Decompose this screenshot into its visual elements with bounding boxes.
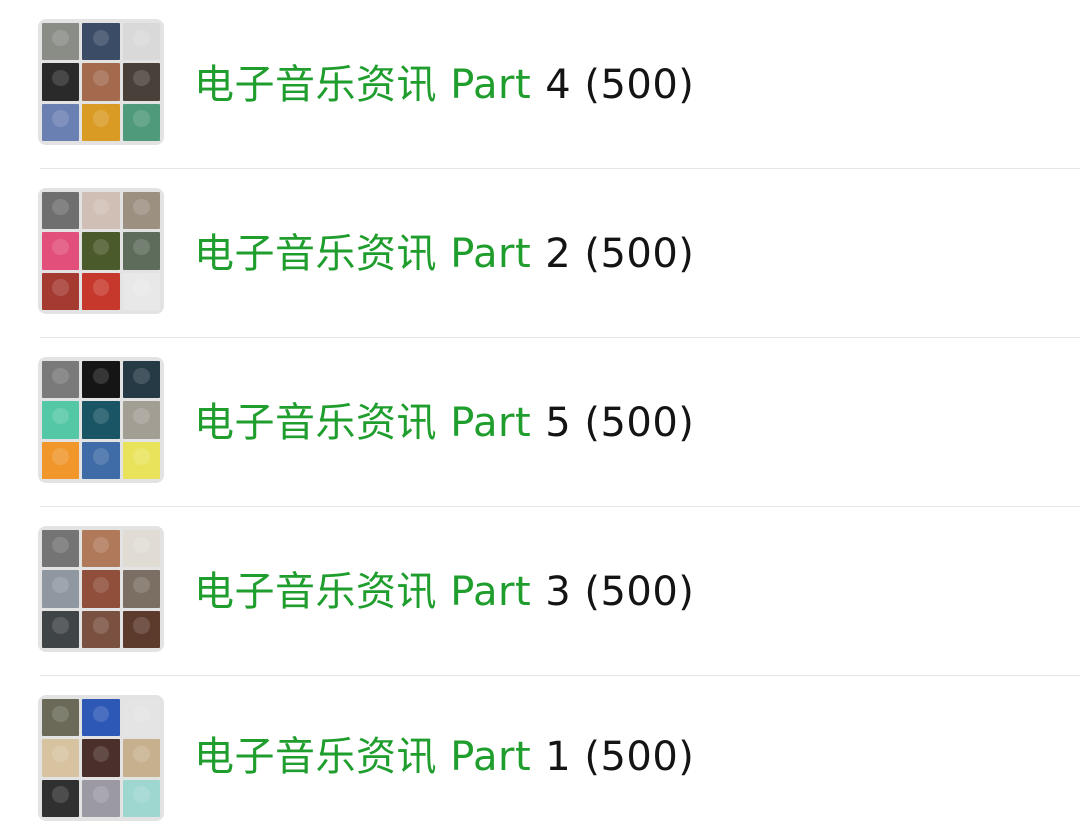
group-row-part-5[interactable]: 电子音乐资讯 Part 5 (500) <box>0 338 1080 507</box>
group-name: 电子音乐资讯 Part <box>194 399 532 446</box>
member-avatar <box>122 232 160 270</box>
member-avatar <box>122 272 160 310</box>
member-avatar <box>122 192 160 230</box>
group-row-part-4[interactable]: 电子音乐资讯 Part 4 (500) <box>0 0 1080 169</box>
group-avatar[interactable] <box>38 357 164 483</box>
group-title: 电子音乐资讯 Part 4 (500) <box>194 61 694 109</box>
member-avatar <box>82 610 120 648</box>
member-avatar <box>82 441 120 479</box>
member-avatar <box>42 232 80 270</box>
member-avatar <box>122 739 160 777</box>
member-count: 5 (500) <box>545 399 695 446</box>
group-avatar[interactable] <box>38 188 164 314</box>
member-avatar <box>42 103 80 141</box>
member-avatar <box>42 272 80 310</box>
member-avatar <box>42 192 80 230</box>
group-name: 电子音乐资讯 Part <box>194 733 532 780</box>
member-avatar <box>42 779 80 817</box>
group-avatar[interactable] <box>38 19 164 145</box>
member-avatar <box>82 779 120 817</box>
member-avatar <box>42 23 80 61</box>
member-avatar <box>42 570 80 608</box>
member-avatar <box>82 272 120 310</box>
member-avatar <box>42 610 80 648</box>
member-avatar <box>122 610 160 648</box>
member-avatar <box>42 361 80 399</box>
member-count: 2 (500) <box>545 230 695 277</box>
group-avatar[interactable] <box>38 695 164 821</box>
member-avatar <box>42 441 80 479</box>
member-avatar <box>122 63 160 101</box>
member-avatar <box>122 401 160 439</box>
group-row-part-2[interactable]: 电子音乐资讯 Part 2 (500) <box>0 169 1080 338</box>
member-avatar <box>82 63 120 101</box>
group-name: 电子音乐资讯 Part <box>194 61 532 108</box>
member-avatar <box>122 103 160 141</box>
member-avatar <box>82 192 120 230</box>
member-avatar <box>82 739 120 777</box>
member-avatar <box>122 23 160 61</box>
member-avatar <box>82 361 120 399</box>
member-count: 1 (500) <box>545 733 695 780</box>
member-avatar <box>82 232 120 270</box>
group-row-part-1[interactable]: 电子音乐资讯 Part 1 (500) <box>0 676 1080 837</box>
member-avatar <box>82 23 120 61</box>
group-name: 电子音乐资讯 Part <box>194 230 532 277</box>
member-avatar <box>122 441 160 479</box>
member-avatar <box>82 401 120 439</box>
group-row-part-3[interactable]: 电子音乐资讯 Part 3 (500) <box>0 507 1080 676</box>
group-list: 电子音乐资讯 Part 4 (500) 电子音乐资讯 Part 2 (500) <box>0 0 1080 837</box>
group-name: 电子音乐资讯 Part <box>194 568 532 615</box>
member-avatar <box>82 530 120 568</box>
member-avatar <box>122 530 160 568</box>
member-avatar <box>42 530 80 568</box>
member-avatar <box>122 361 160 399</box>
member-avatar <box>42 699 80 737</box>
member-avatar <box>82 699 120 737</box>
member-avatar <box>42 63 80 101</box>
member-avatar <box>82 570 120 608</box>
group-title: 电子音乐资讯 Part 5 (500) <box>194 399 694 447</box>
group-title: 电子音乐资讯 Part 1 (500) <box>194 733 694 781</box>
member-avatar <box>122 570 160 608</box>
group-title: 电子音乐资讯 Part 2 (500) <box>194 230 694 278</box>
member-count: 3 (500) <box>545 568 695 615</box>
member-count: 4 (500) <box>545 61 695 108</box>
member-avatar <box>122 699 160 737</box>
member-avatar <box>122 779 160 817</box>
member-avatar <box>82 103 120 141</box>
member-avatar <box>42 401 80 439</box>
group-avatar[interactable] <box>38 526 164 652</box>
member-avatar <box>42 739 80 777</box>
group-title: 电子音乐资讯 Part 3 (500) <box>194 568 694 616</box>
